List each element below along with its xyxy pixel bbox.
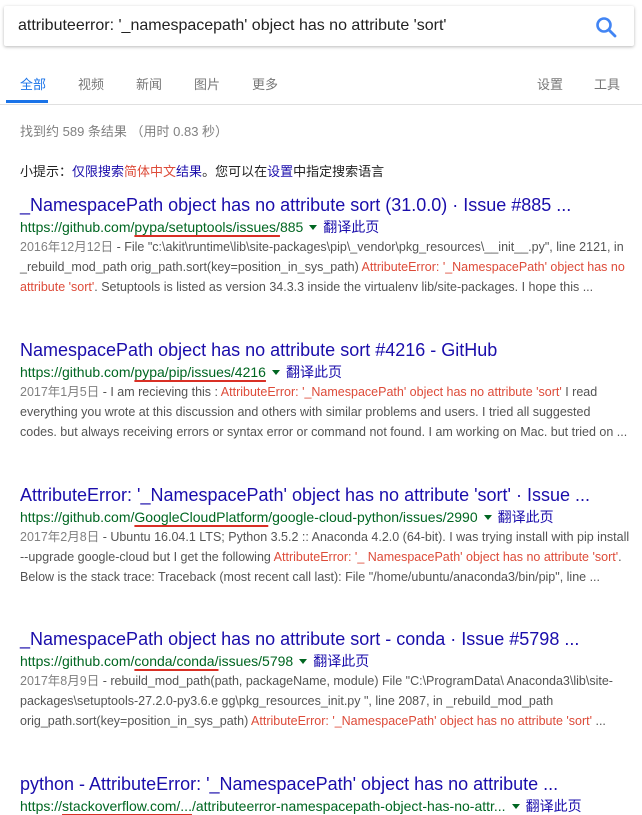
tab-videos[interactable]: 视频 [78, 74, 104, 93]
result-snippet: 2017年8月9日 - rebuild_mod_path(path, packa… [20, 674, 613, 728]
url-dropdown-icon[interactable] [483, 514, 492, 520]
result-snippet: 2017年2月8日 - Ubuntu 16.04.1 LTS; Python 3… [20, 530, 630, 584]
active-tab-indicator [6, 100, 48, 103]
tab-all[interactable]: 全部 [20, 74, 46, 93]
result-url: https://github.com/GoogleCloudPlatform/g… [20, 509, 554, 525]
url-dropdown-icon[interactable] [299, 658, 308, 664]
tab-images[interactable]: 图片 [194, 74, 220, 93]
tab-bar: 全部 视频 新闻 图片 更多 设置 工具 [0, 58, 642, 104]
language-tip: 小提示：仅限搜索简体中文结果。您可以在设置中指定搜索语言 [20, 161, 384, 180]
tip-prefix: 小提示： [20, 164, 73, 179]
result-stats: 找到约 589 条结果 （用时 0.83 秒） [20, 124, 229, 139]
search-box[interactable] [4, 6, 634, 46]
translate-link[interactable]: 翻译此页 [286, 364, 342, 380]
result-url: https://github.com/conda/conda/issues/57… [20, 653, 370, 669]
url-dropdown-icon[interactable] [309, 224, 318, 230]
tip-settings-link[interactable]: 设置 [267, 164, 293, 179]
result-url: https://stackoverflow.com/.../attributee… [20, 798, 582, 814]
result-title[interactable]: _NamespacePath object has no attribute s… [20, 194, 630, 216]
url-dropdown-icon[interactable] [511, 803, 520, 809]
search-input[interactable] [18, 6, 578, 46]
header: 全部 视频 新闻 图片 更多 设置 工具 [0, 0, 642, 105]
result-title[interactable]: _NamespacePath object has no attribute s… [20, 628, 630, 650]
translate-link[interactable]: 翻译此页 [498, 509, 554, 525]
tip-suffix: 中指定搜索语言 [293, 164, 385, 179]
search-icon[interactable] [594, 15, 618, 39]
result-url: https://github.com/pypa/pip/issues/4216 翻… [20, 364, 342, 380]
search-result: _NamespacePath object has no attribute s… [20, 628, 630, 731]
tab-more[interactable]: 更多 [252, 74, 278, 93]
result-title[interactable]: NamespacePath object has no attribute so… [20, 339, 630, 361]
search-result: python - AttributeError: '_NamespacePath… [20, 773, 630, 815]
result-snippet: 2017年1月5日 - I am recieving this : Attrib… [20, 385, 628, 439]
search-result: _NamespacePath object has no attribute s… [20, 194, 630, 297]
tools-link[interactable]: 工具 [594, 74, 620, 93]
result-title[interactable]: AttributeError: '_NamespacePath' object … [20, 484, 630, 506]
settings-link[interactable]: 设置 [537, 74, 563, 93]
translate-link[interactable]: 翻译此页 [526, 798, 582, 814]
result-url: https://github.com/pypa/setuptools/issue… [20, 219, 380, 235]
tab-news[interactable]: 新闻 [136, 74, 162, 93]
translate-link[interactable]: 翻译此页 [313, 653, 369, 669]
restrict-search-link[interactable]: 仅限搜索简体中文结果 [72, 164, 202, 179]
url-dropdown-icon[interactable] [271, 369, 280, 375]
search-result: NamespacePath object has no attribute so… [20, 339, 630, 442]
result-snippet: 2016年12月12日 - File "c:\akit\runtime\lib\… [20, 240, 625, 294]
translate-link[interactable]: 翻译此页 [323, 219, 379, 235]
search-result: AttributeError: '_NamespacePath' object … [20, 484, 630, 587]
result-title[interactable]: python - AttributeError: '_NamespacePath… [20, 773, 630, 795]
tip-middle: 。您可以在 [202, 164, 268, 179]
